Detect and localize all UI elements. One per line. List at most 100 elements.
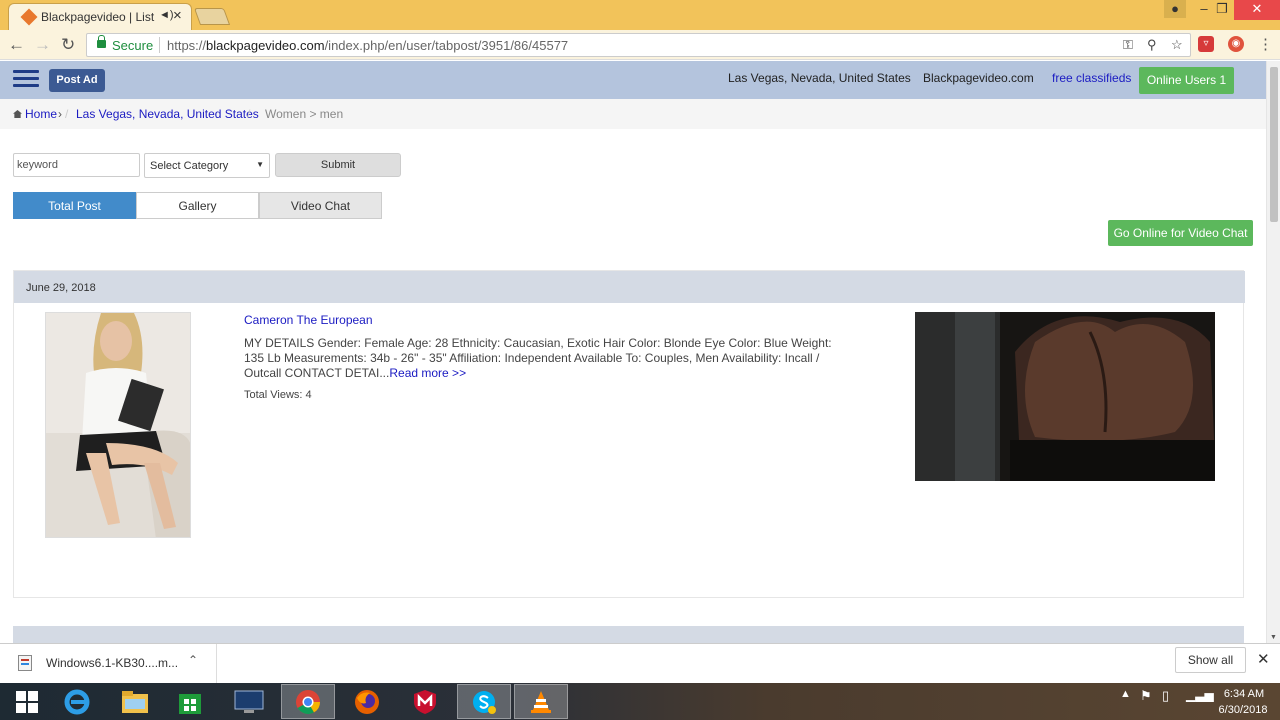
breadcrumb-separator: / (247, 107, 251, 121)
windows-taskbar (0, 683, 1280, 720)
post-card: June 29, 2018 Cameron The European MY DE… (13, 270, 1245, 598)
download-filename[interactable]: Windows6.1-KB30....m... (46, 656, 178, 670)
forward-icon[interactable]: → (34, 35, 51, 55)
read-more-link[interactable]: Read more >> (389, 366, 466, 380)
post-thumbnail[interactable] (45, 312, 191, 538)
firefox-icon (355, 689, 379, 714)
window-titlebar: Blackpagevideo | List ◄) × ● – ❐ ✕ (0, 0, 1280, 30)
header-site-link[interactable]: Blackpagevideo.com (923, 71, 1034, 85)
audio-playing-icon[interactable]: ◄) (159, 9, 174, 21)
breadcrumb: Home › / Las Vegas, Nevada, United State… (0, 99, 1266, 129)
profile-icon[interactable]: ● (1164, 0, 1186, 18)
category-select-value: Select Category (150, 160, 229, 172)
download-divider (216, 644, 217, 684)
go-online-video-chat-button[interactable]: Go Online for Video Chat (1108, 220, 1253, 246)
download-bar: Windows6.1-KB30....m... ⌃ Show all ✕ (0, 643, 1280, 684)
post-date-bar: June 29, 2018 (14, 271, 1245, 303)
key-icon[interactable]: ⚿ (1123, 37, 1133, 53)
site-header: Post Ad Las Vegas, Nevada, United States… (0, 61, 1266, 99)
battery-icon[interactable]: ▯ (1162, 688, 1169, 704)
secure-label: Secure (112, 38, 154, 53)
bookmark-star-icon[interactable]: ☆ (1171, 37, 1183, 53)
taskbar-firefox[interactable] (340, 684, 394, 719)
windows-logo-icon (16, 690, 38, 713)
dropdown-arrow-icon: ▼ (256, 160, 264, 169)
file-icon (18, 655, 32, 671)
scrollbar-thumb[interactable] (1270, 67, 1278, 222)
post-thumbnail-image (46, 313, 190, 537)
post-video-preview[interactable] (915, 312, 1215, 481)
reload-icon[interactable]: ↻ (61, 35, 75, 55)
tray-expand-icon[interactable]: ▲ (1120, 688, 1131, 700)
taskbar-lenovo[interactable] (222, 684, 276, 719)
post-video-image (915, 312, 1215, 481)
post-ad-button[interactable]: Post Ad (49, 69, 105, 92)
taskbar-store[interactable] (163, 684, 217, 719)
network-signal-icon[interactable]: ▁▃▅ (1186, 688, 1214, 702)
next-post-card (13, 626, 1244, 643)
taskbar-vlc[interactable] (514, 684, 568, 719)
taskbar-mcafee[interactable] (398, 684, 452, 719)
url-divider (159, 37, 160, 53)
url-scheme: https:// (167, 38, 207, 53)
chrome-icon (296, 689, 320, 714)
clock-date[interactable]: 6/30/2018 (1210, 704, 1276, 716)
start-button[interactable] (0, 684, 54, 719)
breadcrumb-current: Women > men (265, 107, 344, 121)
breadcrumb-home[interactable]: Home (13, 107, 57, 121)
monitor-icon (234, 690, 264, 713)
tab-video-chat[interactable]: Video Chat (259, 192, 382, 219)
taskbar-skype[interactable] (457, 684, 511, 719)
chevron-up-icon[interactable]: ⌃ (188, 653, 198, 667)
shield-extension-icon[interactable]: ◉ (1228, 36, 1244, 52)
tab-title: Blackpagevideo | List (41, 10, 155, 24)
vlc-cone-icon (531, 690, 551, 713)
web-page: Post Ad Las Vegas, Nevada, United States… (0, 61, 1266, 643)
new-tab-button[interactable] (193, 8, 231, 25)
pocket-extension-icon[interactable]: ▿ (1198, 36, 1214, 52)
show-all-button[interactable]: Show all (1175, 647, 1246, 673)
url-text[interactable]: https://blackpagevideo.com/index.php/en/… (167, 38, 568, 53)
window-close-icon[interactable]: ✕ (1234, 0, 1280, 20)
breadcrumb-separator: / (65, 107, 69, 121)
taskbar-chrome[interactable] (281, 684, 335, 719)
browser-menu-icon[interactable]: ⋮ (1258, 35, 1273, 53)
breadcrumb-home-label: Home (25, 107, 58, 121)
tab-close-icon[interactable]: × (173, 7, 182, 24)
taskbar-explorer[interactable] (108, 684, 162, 719)
file-explorer-icon (122, 690, 148, 713)
url-host: blackpagevideo.com (206, 38, 325, 53)
browser-tab[interactable]: Blackpagevideo | List ◄) × (8, 3, 192, 30)
submit-button[interactable]: Submit (275, 153, 401, 177)
online-users-button[interactable]: Online Users 1 (1139, 67, 1234, 94)
category-select[interactable]: Select Category ▼ (144, 153, 270, 178)
taskbar-ie[interactable] (50, 684, 104, 719)
breadcrumb-separator: › (58, 107, 62, 121)
tab-gallery[interactable]: Gallery (136, 192, 259, 219)
breadcrumb-location[interactable]: Las Vegas, Nevada, United States (76, 107, 259, 121)
post-description: MY DETAILS Gender: Female Age: 28 Ethnic… (244, 336, 844, 381)
scroll-down-arrow-icon[interactable]: ▼ (1270, 634, 1277, 641)
hamburger-menu-icon[interactable] (13, 70, 39, 90)
post-total-views: Total Views: 4 (244, 389, 312, 401)
page-scrollbar[interactable]: ▼ (1266, 61, 1280, 643)
mcafee-shield-icon (414, 689, 436, 714)
free-classifieds-link[interactable]: free classifieds (1052, 71, 1131, 85)
post-date: June 29, 2018 (26, 282, 96, 294)
browser-toolbar: ← → ↻ Secure https://blackpagevideo.com/… (0, 30, 1280, 60)
action-center-flag-icon[interactable]: ⚑ (1140, 688, 1152, 704)
tab-total-post[interactable]: Total Post (13, 192, 136, 219)
lock-icon (97, 35, 106, 48)
back-icon[interactable]: ← (8, 35, 25, 55)
post-title-link[interactable]: Cameron The European (244, 313, 373, 327)
internet-explorer-icon (64, 689, 90, 714)
close-download-bar-icon[interactable]: ✕ (1257, 650, 1270, 668)
keyword-input[interactable] (13, 153, 140, 177)
site-favicon-icon (20, 8, 38, 26)
address-bar[interactable]: Secure https://blackpagevideo.com/index.… (86, 33, 1191, 57)
clock-time[interactable]: 6:34 AM (1214, 688, 1274, 700)
header-location-link[interactable]: Las Vegas, Nevada, United States (728, 71, 911, 85)
restore-icon[interactable]: ❐ (1210, 0, 1234, 20)
zoom-icon[interactable]: ⚲ (1147, 37, 1157, 53)
home-icon (13, 110, 22, 118)
